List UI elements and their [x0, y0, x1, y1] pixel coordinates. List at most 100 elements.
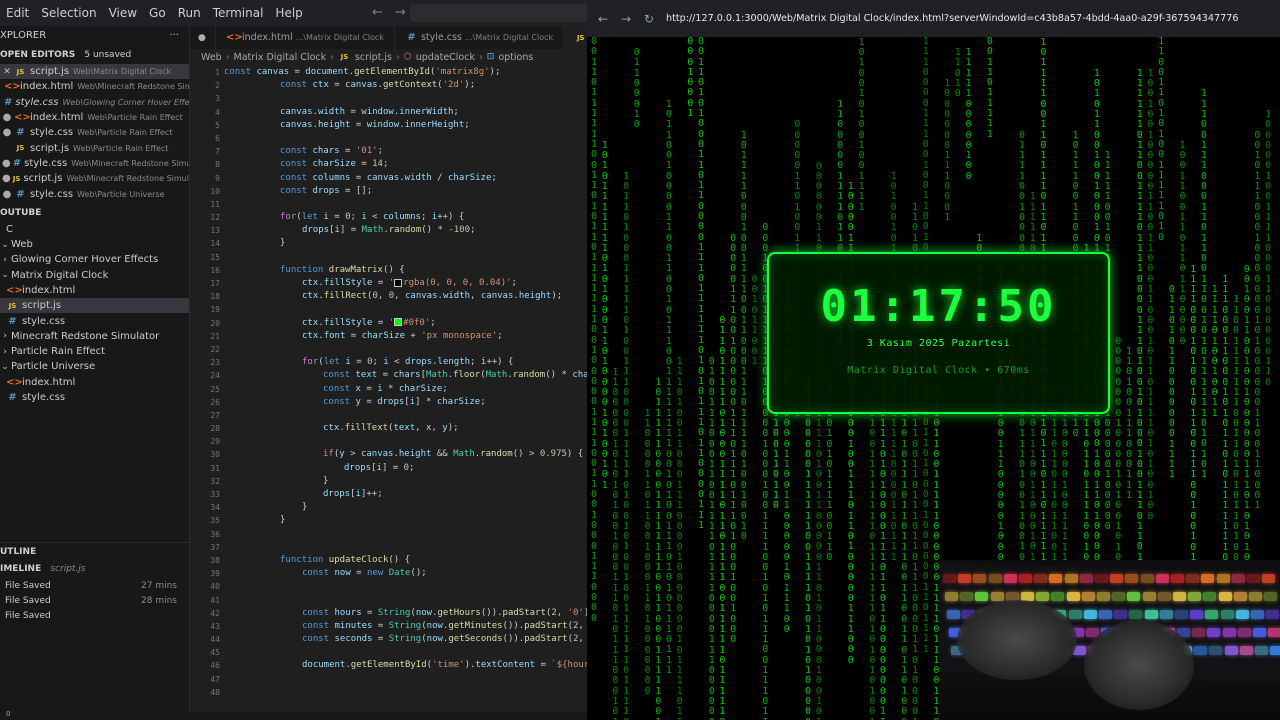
- tree-item[interactable]: ⌄ Matrix Digital Clock: [0, 268, 189, 283]
- error-count[interactable]: 0: [6, 710, 10, 718]
- matrix-rain-column: 1 1 0 0 1 1 0 1 0 1 0 0 1 1 1 1 1 0 1 0: [1158, 37, 1165, 243]
- menu-view[interactable]: View: [103, 6, 143, 20]
- code-line: 11: [210, 199, 220, 209]
- function-symbol-icon: ⬡: [403, 52, 412, 62]
- variable-symbol-icon: ⊡: [486, 52, 495, 62]
- code-line: 13 drops[i] = Math.random() * -100;: [210, 225, 476, 236]
- keyboard-key: [1175, 610, 1188, 619]
- breadcrumb-function[interactable]: updateClock: [416, 49, 475, 66]
- back-arrow-icon[interactable]: ←: [372, 5, 383, 20]
- breadcrumb-file[interactable]: script.js: [355, 49, 392, 66]
- keyboard-key: [1218, 592, 1232, 601]
- reload-icon[interactable]: ↻: [642, 12, 656, 26]
- breadcrumb-web[interactable]: Web: [201, 49, 222, 66]
- tree-label: style.css: [22, 315, 66, 327]
- code-line: 38 function updateClock() {: [210, 554, 411, 565]
- timeline-title: IMELINE: [0, 564, 42, 574]
- forward-icon[interactable]: →: [619, 12, 633, 26]
- timeline-header[interactable]: IMELINE script.js: [0, 560, 189, 578]
- tree-item[interactable]: <> index.html: [0, 375, 189, 390]
- menu-selection[interactable]: Selection: [35, 6, 102, 20]
- file-name: style.css: [30, 188, 74, 200]
- code-lines[interactable]: 1 const canvas = document.getElementById(…: [190, 66, 587, 699]
- more-actions-icon[interactable]: ···: [169, 26, 179, 46]
- tree-item[interactable]: › Glowing Corner Hover Effects: [0, 252, 189, 267]
- tree-item[interactable]: › Particle Rain Effect: [0, 344, 189, 359]
- matrix-rain-column: 1 0 1 1 1 1 0 0 0 1 0 0 1 1 1 1 0 0 1 1 …: [740, 130, 747, 543]
- open-editor-item[interactable]: ● # style.css Web\Particle Universe: [0, 186, 189, 201]
- keyboard-key: [1222, 628, 1236, 637]
- tree-item[interactable]: <> index.html: [0, 283, 189, 298]
- open-editor-item[interactable]: ● JS script.js Web\Minecraft Redstone Simul…: [0, 171, 189, 186]
- tab-index-html[interactable]: <> index.html ...\Matrix Digital Clock: [216, 26, 395, 49]
- youtube-title: OUTUBE: [0, 207, 42, 218]
- open-editor-item[interactable]: ✕ JS script.js Web\Matrix Digital Clock: [0, 64, 189, 80]
- file-path: Web\Particle Rain Effect: [87, 113, 183, 123]
- open-editors-header[interactable]: OPEN EDITORS 5 unsaved: [0, 46, 189, 64]
- matrix-rain-column: 1 1 1 1 0 1 0 0 1 0 0 1 1: [1211, 285, 1218, 419]
- tree-item[interactable]: ⌄ Web: [0, 237, 189, 252]
- js-file-icon: JS: [8, 301, 17, 310]
- open-editor-item[interactable]: # style.css Web\Glowing Corner Hover Effec…: [0, 95, 189, 110]
- unsaved-dot-icon: ●: [2, 188, 12, 200]
- back-icon[interactable]: ←: [596, 12, 610, 26]
- matrix-rain-column: 1 0 1 0 1 1 1 1 1 1 1 0 1 0 1 0 0 0 1 1 …: [601, 140, 608, 491]
- tab-overflow[interactable]: ●: [190, 26, 216, 49]
- code-line: 44 const seconds = String(now.getSeconds(…: [210, 634, 584, 645]
- open-editor-item[interactable]: ●#style.cssWeb\Minecraft Redstone Simula…: [0, 156, 189, 171]
- url-input[interactable]: http://127.0.0.1:3000/Web/Matrix Digital…: [666, 13, 1238, 24]
- breadcrumb-folder[interactable]: Matrix Digital Clock: [234, 49, 327, 66]
- close-icon[interactable]: ✕: [2, 67, 12, 77]
- breadcrumb-symbol[interactable]: options: [498, 49, 533, 66]
- tree-item[interactable]: JS script.js: [0, 298, 189, 314]
- forward-arrow-icon[interactable]: →: [395, 5, 406, 20]
- open-editor-item[interactable]: ● # style.css Web\Particle Rain Effect: [0, 125, 189, 140]
- tree-item[interactable]: # style.css: [0, 390, 189, 405]
- code-line: 17 ctx.fillStyle = ' rgba(0, 0, 0, 0.04)';: [210, 278, 517, 288]
- code-line: 20 ctx.fillStyle = ' #0f0';: [210, 317, 436, 328]
- timeline-item[interactable]: File Saved 28 mins: [0, 593, 189, 608]
- menu-terminal[interactable]: Terminal: [207, 6, 270, 20]
- tab-style-css[interactable]: # style.css ...\Matrix Digital Clock: [395, 26, 565, 49]
- history-nav: ← →: [372, 5, 406, 20]
- menu-help[interactable]: Help: [269, 6, 308, 20]
- menu-run[interactable]: Run: [172, 6, 207, 20]
- timeline-item[interactable]: File Saved: [0, 609, 189, 624]
- keyboard-key: [1268, 628, 1280, 637]
- tree-item[interactable]: ⌄ Particle Universe: [0, 359, 189, 374]
- html-file-icon: <>: [6, 376, 23, 388]
- keyboard-key: [1235, 610, 1249, 619]
- open-editor-item[interactable]: JS script.js Web\Particle Rain Effect: [0, 140, 189, 155]
- matrix-rain-column: 0 1 0 0 1 1 1 0 0 0 1 1 0 0 1 1 1 1 0 1 …: [708, 357, 715, 720]
- keyboard-key: [1157, 592, 1171, 601]
- menu-go[interactable]: Go: [143, 6, 172, 20]
- tree-item[interactable]: › Minecraft Redstone Simulator: [0, 329, 189, 344]
- code-line: 24 const text = chars[Math.floor(Math.ran…: [210, 370, 587, 381]
- keyboard-key: [975, 592, 989, 601]
- timeline-item[interactable]: File Saved 27 mins: [0, 578, 189, 593]
- keyboard-key: [1249, 592, 1262, 601]
- code-line: 19: [210, 305, 220, 315]
- command-center[interactable]: [410, 4, 590, 22]
- menu-edit[interactable]: Edit: [0, 6, 35, 20]
- keyboard-key: [1140, 574, 1154, 583]
- timeline-label: File Saved: [5, 595, 51, 606]
- keyboard-key: [988, 574, 1002, 583]
- lower-panels: UTLINE IMELINE script.js File Saved 27 mi…: [0, 542, 189, 624]
- tree-item[interactable]: # style.css: [0, 313, 189, 328]
- code-line: 43 const minutes = String(now.getMinutes(…: [210, 620, 584, 631]
- tree-label: C: [6, 223, 13, 235]
- open-editor-item[interactable]: <>index.htmlWeb\Minecraft Redstone Simul…: [0, 79, 189, 94]
- matrix-rain-column: 1 1 1 0 0 0 0 0 0 1 1 1 1 1 1 0 0 1 1 1 …: [805, 378, 812, 720]
- tree-item[interactable]: C: [0, 222, 189, 237]
- keyboard-key: [1034, 574, 1048, 583]
- keyboard-key: [1247, 574, 1260, 583]
- tab-script-js[interactable]: JSscript.js: [564, 26, 587, 49]
- code-line: 23 for(let i = 0; i < drops.length; i++) …: [210, 357, 514, 368]
- open-editor-item[interactable]: ● <> index.html Web\Particle Rain Effect: [0, 110, 189, 125]
- matrix-rain-column: 1 1 0 1 0: [954, 48, 961, 100]
- outline-header[interactable]: UTLINE: [0, 542, 189, 560]
- youtube-header[interactable]: OUTUBE: [0, 204, 189, 222]
- code-line: 2 const ctx = canvas.getContext('2d');: [215, 80, 476, 91]
- tree-label: index.html: [22, 376, 76, 388]
